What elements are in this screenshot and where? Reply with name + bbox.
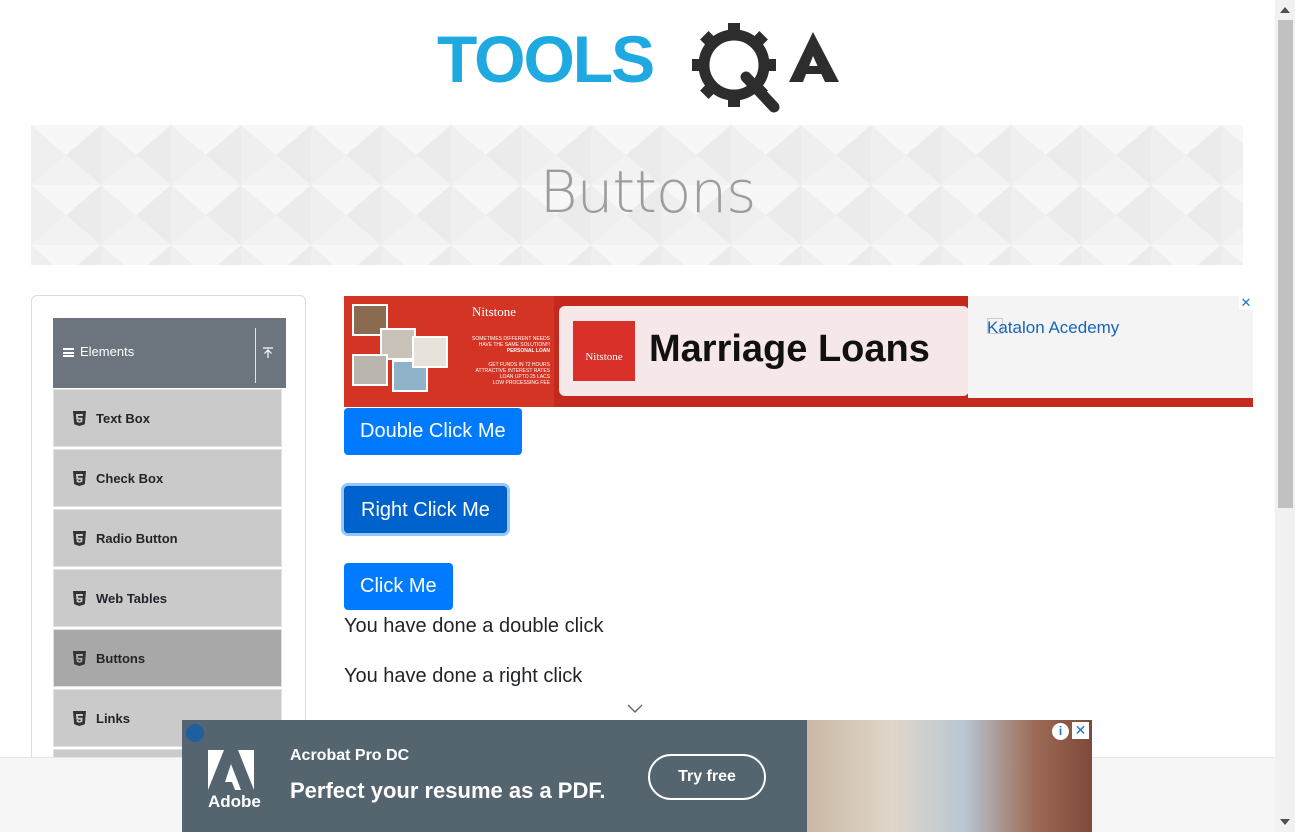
- broken-image-alt[interactable]: Katalon Acedemy: [987, 318, 1119, 338]
- ad-headline: Marriage Loans: [649, 328, 930, 370]
- page: TOOLS Buttons Elements Text Box Check Bo…: [0, 0, 1295, 832]
- chevron-down-icon[interactable]: [627, 704, 643, 714]
- ad-banner-bottom[interactable]: Adobe Acrobat Pro DC Perfect your resume…: [182, 720, 1092, 832]
- sidebar-item-label: Radio Button: [96, 531, 178, 546]
- double-click-message: You have done a double click: [344, 615, 604, 637]
- ad-panel: Nitstone Marriage Loans: [559, 306, 969, 396]
- ad-fine-print: LOW PROCESSING FEE: [492, 380, 550, 386]
- ad-photo: [412, 336, 448, 368]
- sidebar: Elements Text Box Check Box Radio Button…: [31, 295, 306, 765]
- page-title: Buttons: [539, 158, 757, 226]
- right-click-button[interactable]: Right Click Me: [344, 486, 507, 533]
- sidebar-group-label: Elements: [80, 344, 135, 359]
- ad-tagline: Perfect your resume as a PDF.: [290, 778, 606, 803]
- menu-icon: [63, 348, 74, 357]
- page-scrollbar[interactable]: [1275, 0, 1295, 832]
- scroll-thumb[interactable]: [1278, 20, 1293, 508]
- html5-icon: [73, 711, 86, 726]
- collapse-up-icon[interactable]: [262, 347, 274, 359]
- sidebar-item-text-box[interactable]: Text Box: [53, 389, 282, 447]
- sidebar-item-label: Text Box: [96, 411, 150, 426]
- ad-overlay[interactable]: Katalon Acedemy: [968, 296, 1253, 398]
- scroll-up-icon[interactable]: [1280, 7, 1290, 13]
- ad-product: Acrobat Pro DC: [290, 747, 410, 764]
- ad-info-icon[interactable]: i: [1052, 723, 1069, 740]
- html5-icon: [73, 471, 86, 486]
- ad-photo: [352, 354, 388, 386]
- sidebar-item-radio-button[interactable]: Radio Button: [53, 509, 282, 567]
- html5-icon: [73, 531, 86, 546]
- sidebar-item-buttons[interactable]: Buttons: [53, 629, 282, 687]
- ad-brand: Nitstone: [472, 304, 517, 319]
- header-divider: [255, 328, 256, 383]
- sidebar-item-check-box[interactable]: Check Box: [53, 449, 282, 507]
- ad-brand-name: Nitstone: [585, 351, 623, 363]
- ad-collage: Nitstone SOMETIMES DIFFERENT NEEDS HAVE …: [344, 296, 554, 407]
- ad-close-button[interactable]: ✕: [1072, 722, 1089, 739]
- sidebar-item-label: Buttons: [96, 651, 146, 666]
- ad-fine-print: PERSONAL LOAN: [506, 348, 550, 354]
- scroll-down-icon[interactable]: [1280, 819, 1290, 825]
- click-me-button[interactable]: Click Me: [344, 563, 453, 610]
- sidebar-item-label: Web Tables: [96, 591, 168, 606]
- double-click-button[interactable]: Double Click Me: [344, 408, 522, 455]
- html5-icon: [73, 411, 86, 426]
- sidebar-group-elements[interactable]: Elements: [53, 318, 286, 388]
- ad-brand-logo: Nitstone: [573, 321, 635, 381]
- right-click-message: You have done a right click: [344, 665, 583, 687]
- ad-close-button[interactable]: ✕: [1239, 296, 1253, 310]
- sidebar-item-web-tables[interactable]: Web Tables: [53, 569, 282, 627]
- adobe-logo-icon: [208, 750, 254, 790]
- sidebar-item-label: Links: [96, 711, 130, 726]
- ad-banner-top[interactable]: Nitstone SOMETIMES DIFFERENT NEEDS HAVE …: [344, 296, 1253, 407]
- sidebar-item-label: Check Box: [96, 471, 164, 486]
- try-free-button[interactable]: Try free: [648, 754, 766, 800]
- svg-text:TOOLS: TOOLS: [437, 22, 653, 96]
- html5-icon: [73, 651, 86, 666]
- ad-photo: [807, 720, 1092, 832]
- ad-brand: Adobe: [208, 792, 261, 811]
- toolsqa-logo[interactable]: TOOLS: [437, 18, 842, 113]
- adchoices-icon[interactable]: [186, 724, 204, 742]
- html5-icon: [73, 591, 86, 606]
